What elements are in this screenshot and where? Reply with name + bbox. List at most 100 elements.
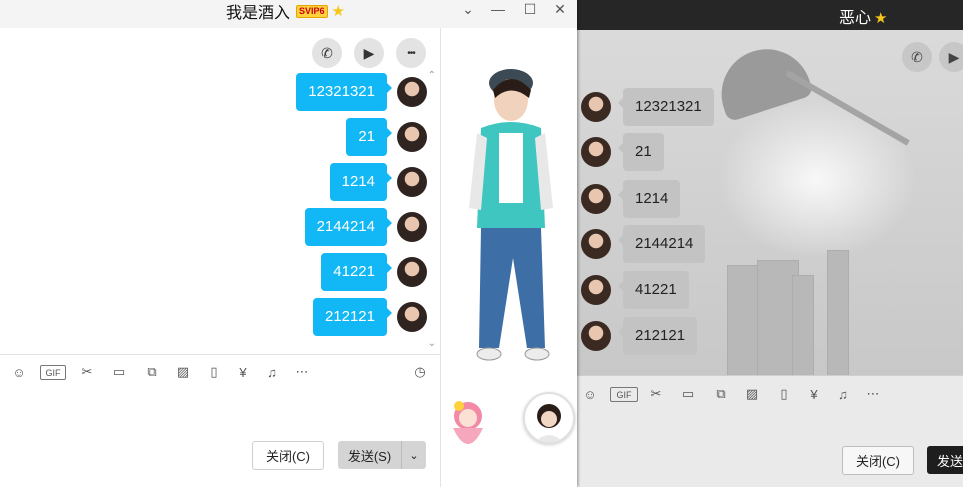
- gif-icon[interactable]: GIF: [40, 365, 66, 380]
- friend-avatar[interactable]: [523, 392, 575, 444]
- more-options-button[interactable]: •••: [396, 38, 426, 68]
- message-bubble[interactable]: 2144214: [304, 208, 393, 246]
- avatar[interactable]: [397, 122, 427, 152]
- music-icon[interactable]: ♫: [262, 362, 282, 382]
- bg-send-button[interactable]: 发送: [927, 446, 963, 474]
- avatar[interactable]: [581, 229, 611, 259]
- scroll-down-icon[interactable]: ⌄: [428, 338, 436, 349]
- maximize-icon: ☐: [523, 0, 537, 17]
- message-row: 41221: [321, 252, 427, 292]
- voice-call-button[interactable]: ✆: [312, 38, 342, 68]
- emoji-icon[interactable]: ☺: [580, 384, 600, 404]
- chat-message-area[interactable]: ✆ ▶ ••• ⌃ 12321321 21 1214 2144214 41221…: [0, 28, 440, 354]
- bg-window-title: 恶心 ★: [839, 4, 887, 28]
- bg-message-bubble[interactable]: 1214: [617, 180, 681, 218]
- chibi-sticker: [453, 401, 483, 444]
- figure-shoe-left: [476, 347, 502, 361]
- star-icon: ★: [331, 3, 345, 20]
- video-icon: ▶: [948, 48, 960, 65]
- video-call-button[interactable]: ▶: [354, 38, 384, 68]
- bg-star-icon: ★: [874, 10, 888, 27]
- bg-message-bubble[interactable]: 12321321: [618, 88, 714, 126]
- bg-close-button[interactable]: 关闭(C): [842, 446, 914, 475]
- emoji-icon[interactable]: ☺: [9, 362, 29, 382]
- bg-call-button[interactable]: ✆: [902, 42, 932, 72]
- avatar-image: [535, 404, 563, 442]
- scissors-icon[interactable]: ✂: [77, 362, 97, 382]
- document-icon[interactable]: ⧉: [142, 362, 162, 382]
- bg-lamp-glow: [717, 100, 917, 260]
- bg-message-row: 2144214: [581, 224, 706, 264]
- message-row: 2144214: [304, 207, 427, 247]
- bg-book: [792, 275, 814, 375]
- figure-shoe-right: [524, 347, 550, 361]
- message-bubble[interactable]: 21: [346, 118, 392, 156]
- bg-message-bubble[interactable]: 212121: [617, 317, 698, 355]
- bg-message-row: 1214: [581, 179, 681, 219]
- scissors-icon[interactable]: ✂: [646, 384, 666, 404]
- dropdown-button[interactable]: ⌄: [457, 0, 479, 18]
- bg-video-button[interactable]: ▶: [939, 42, 963, 72]
- bg-message-bubble[interactable]: 41221: [618, 271, 689, 309]
- more-icon[interactable]: ⋯: [863, 384, 883, 404]
- avatar[interactable]: [397, 77, 427, 107]
- avatar[interactable]: [397, 257, 427, 287]
- more-icon[interactable]: ⋯: [292, 362, 312, 382]
- avatar[interactable]: [397, 212, 427, 242]
- background-chat-window[interactable]: 恶心 ★ ✆ ▶ 12321321 21 1214 2144214 41221 2…: [577, 0, 963, 487]
- music-icon[interactable]: ♫: [833, 384, 853, 404]
- shake-icon[interactable]: ▯: [204, 362, 224, 382]
- image-icon[interactable]: ▨: [173, 362, 193, 382]
- document-icon[interactable]: ⧉: [711, 384, 731, 404]
- bg-message-bubble[interactable]: 2144214: [617, 225, 706, 263]
- minimize-button[interactable]: —: [487, 0, 509, 18]
- send-button[interactable]: 发送(S) ⌄: [338, 441, 426, 469]
- avatar[interactable]: [581, 92, 611, 122]
- close-chat-button[interactable]: 关闭(C): [252, 441, 324, 470]
- folder-icon[interactable]: ▭: [678, 384, 698, 404]
- close-icon: ✕: [554, 0, 566, 17]
- main-title-bar[interactable]: 我是酒入 SVIP6 ★ ⌄ — ☐ ✕: [0, 0, 577, 24]
- side-show-panel: [440, 28, 577, 487]
- bg-message-bubble[interactable]: 21: [618, 133, 664, 171]
- message-input-area[interactable]: 关闭(C) 发送(S) ⌄: [0, 388, 440, 487]
- minimize-icon: —: [491, 1, 505, 17]
- red-packet-icon[interactable]: ¥: [804, 384, 824, 404]
- avatar[interactable]: [581, 137, 611, 167]
- bg-message-row: 212121: [581, 316, 698, 356]
- send-button-label: 发送(S): [347, 448, 392, 464]
- red-packet-icon[interactable]: ¥: [233, 362, 253, 382]
- avatar[interactable]: [581, 321, 611, 351]
- message-bubble[interactable]: 1214: [329, 163, 393, 201]
- image-icon[interactable]: ▨: [742, 384, 762, 404]
- maximize-button[interactable]: ☐: [519, 0, 541, 18]
- history-icon[interactable]: ◷: [410, 362, 430, 382]
- scroll-up-icon[interactable]: ⌃: [428, 70, 436, 81]
- avatar[interactable]: [397, 167, 427, 197]
- contact-name: 我是酒入: [226, 5, 291, 22]
- message-row: 12321321: [296, 72, 427, 112]
- figure-shirt: [499, 133, 523, 203]
- avatar[interactable]: [581, 275, 611, 305]
- message-row: 1214: [329, 162, 427, 202]
- message-row: 21: [346, 117, 427, 157]
- avatar[interactable]: [397, 302, 427, 332]
- bg-chat-area: ✆ ▶ 12321321 21 1214 2144214 41221 21212…: [577, 30, 963, 375]
- message-bubble[interactable]: 41221: [321, 253, 392, 291]
- video-icon: ▶: [363, 44, 375, 61]
- message-bubble[interactable]: 212121: [312, 298, 393, 336]
- gif-icon[interactable]: GIF: [610, 387, 638, 402]
- send-options-dropdown[interactable]: ⌄: [401, 441, 426, 469]
- shake-icon[interactable]: ▯: [774, 384, 794, 404]
- avatar[interactable]: [581, 184, 611, 214]
- bg-title-bar[interactable]: 恶心 ★: [577, 0, 963, 30]
- close-window-button[interactable]: ✕: [549, 0, 571, 18]
- folder-icon[interactable]: ▭: [109, 362, 129, 382]
- message-bubble[interactable]: 12321321: [296, 73, 392, 111]
- bg-contact-name: 恶心: [839, 10, 872, 27]
- chevron-down-icon: ⌄: [409, 449, 419, 462]
- bg-message-row: 21: [581, 132, 664, 172]
- main-chat-window[interactable]: 我是酒入 SVIP6 ★ ⌄ — ☐ ✕ ✆ ▶ ••• ⌃ 12321321 …: [0, 0, 577, 487]
- figure-jeans: [479, 228, 545, 348]
- main-window-title: 我是酒入 SVIP6 ★: [226, 0, 345, 23]
